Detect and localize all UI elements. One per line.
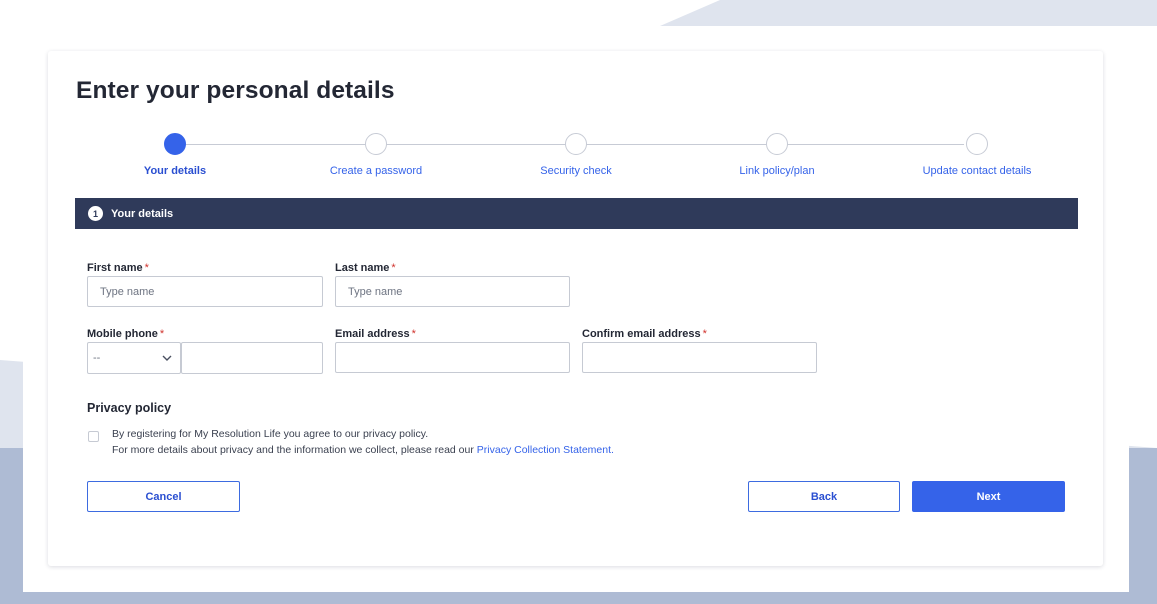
privacy-line-2-text: For more details about privacy and the i… bbox=[112, 444, 477, 456]
next-button[interactable]: Next bbox=[912, 481, 1065, 512]
mobile-phone-label-text: Mobile phone bbox=[87, 328, 158, 340]
privacy-text: By registering for My Resolution Life yo… bbox=[112, 426, 614, 458]
last-name-label: Last name * bbox=[335, 262, 396, 274]
step-label-update-contact: Update contact details bbox=[922, 165, 1032, 177]
chevron-down-icon bbox=[162, 352, 172, 364]
section-header: 1 Your details bbox=[75, 198, 1078, 229]
country-code-value: -- bbox=[93, 352, 101, 364]
step-3-dot bbox=[565, 133, 587, 155]
step-label-link-policy: Link policy/plan bbox=[739, 165, 815, 177]
mobile-phone-label: Mobile phone * bbox=[87, 328, 164, 340]
country-code-select[interactable]: -- bbox=[87, 342, 181, 374]
privacy-line-2: For more details about privacy and the i… bbox=[112, 442, 614, 458]
confirm-email-label: Confirm email address * bbox=[582, 328, 707, 340]
page-title: Enter your personal details bbox=[76, 77, 395, 104]
step-2-dot bbox=[365, 133, 387, 155]
privacy-line-2-suffix: . bbox=[611, 444, 614, 456]
required-mark: * bbox=[159, 328, 165, 340]
required-mark: * bbox=[702, 328, 707, 340]
required-mark: * bbox=[411, 328, 416, 340]
privacy-agree-checkbox[interactable] bbox=[88, 431, 99, 442]
email-input[interactable] bbox=[335, 342, 570, 373]
first-name-label: First name * bbox=[87, 262, 149, 274]
confirm-email-input[interactable] bbox=[582, 342, 817, 373]
section-title: Your details bbox=[111, 207, 174, 220]
section-number-badge: 1 bbox=[88, 206, 103, 221]
step-1-dot bbox=[164, 133, 186, 155]
email-label-text: Email address bbox=[335, 328, 410, 340]
back-button[interactable]: Back bbox=[748, 481, 900, 512]
required-mark: * bbox=[391, 262, 396, 274]
first-name-input[interactable] bbox=[87, 276, 323, 307]
step-label-security-check: Security check bbox=[540, 165, 612, 177]
email-label: Email address * bbox=[335, 328, 416, 340]
cancel-button[interactable]: Cancel bbox=[87, 481, 240, 512]
required-mark: * bbox=[144, 262, 149, 274]
last-name-input[interactable] bbox=[335, 276, 570, 307]
first-name-label-text: First name bbox=[87, 262, 143, 274]
confirm-email-label-text: Confirm email address bbox=[582, 328, 701, 340]
mobile-phone-input[interactable] bbox=[181, 342, 323, 374]
privacy-collection-statement-link[interactable]: Privacy Collection Statement bbox=[477, 444, 611, 456]
step-4-dot bbox=[766, 133, 788, 155]
step-label-create-password: Create a password bbox=[329, 165, 423, 177]
step-label-your-details: Your details bbox=[143, 165, 207, 177]
step-5-dot bbox=[966, 133, 988, 155]
last-name-label-text: Last name bbox=[335, 262, 390, 274]
privacy-line-1: By registering for My Resolution Life yo… bbox=[112, 428, 429, 440]
privacy-policy-heading: Privacy policy bbox=[87, 401, 172, 415]
